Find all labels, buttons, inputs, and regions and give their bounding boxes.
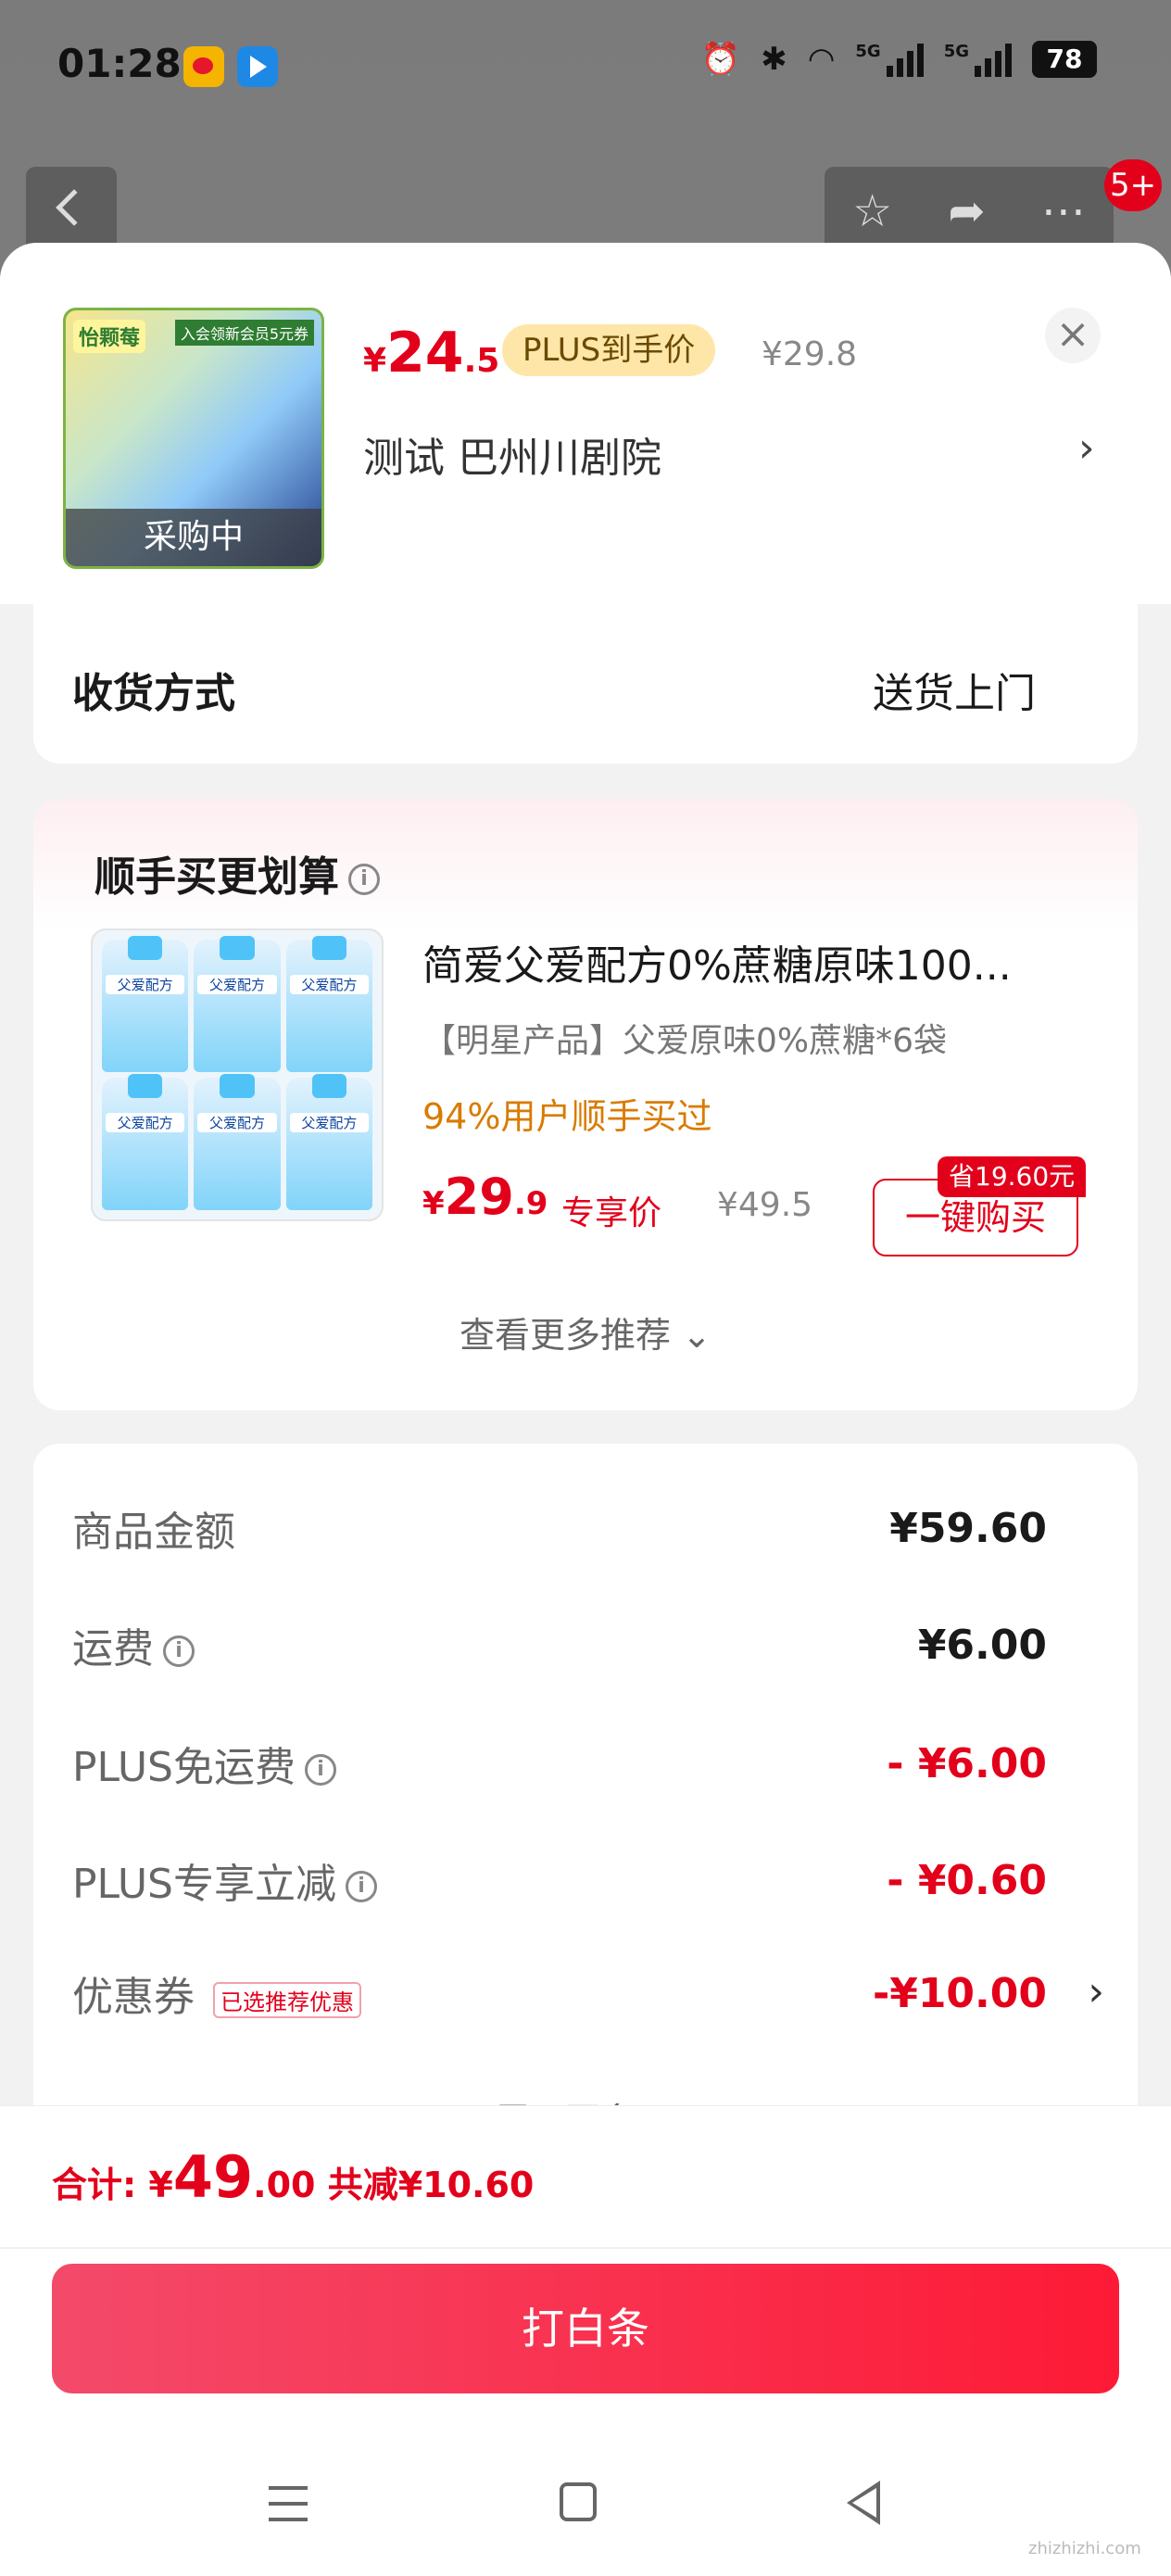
- plus-free-shipping-row: PLUS免运费 i - ¥6.00: [72, 1739, 1047, 1792]
- original-price: ¥29.8: [762, 335, 858, 373]
- goods-amount-row: 商品金额 ¥59.60: [72, 1504, 1047, 1557]
- more-recommendations-link[interactable]: 查看更多推荐 ⌄: [33, 1307, 1138, 1357]
- alarm-icon: ⏰: [700, 41, 741, 78]
- app-notification-icon: [237, 46, 278, 87]
- close-button[interactable]: ×: [1045, 308, 1101, 363]
- menu-icon[interactable]: [269, 2486, 308, 2521]
- thumb-tag: 入会领新会员5元券: [174, 320, 314, 346]
- notification-badge: 5+: [1104, 159, 1163, 211]
- thumb-brand: 怡颗莓: [73, 320, 146, 353]
- status-icons: ⏰ ✱ ◠ 5G 5G 78: [701, 41, 1097, 78]
- plus-discount-row: PLUS专享立减 i - ¥0.60: [72, 1856, 1047, 1909]
- coupon-tag: 已选推荐优惠: [213, 1981, 361, 2018]
- pay-button[interactable]: 打白条: [52, 2264, 1119, 2393]
- home-icon[interactable]: [560, 2482, 597, 2521]
- recommend-stat: 94%用户顺手买过: [422, 1096, 712, 1137]
- info-icon[interactable]: i: [346, 1871, 377, 1902]
- recommend-price: ¥29.9: [422, 1168, 548, 1226]
- status-bar: 01:28 ⏰ ✱ ◠ 5G 5G 78: [0, 0, 1171, 139]
- bluetooth-icon: ✱: [761, 41, 787, 78]
- divider: [0, 2247, 1171, 2249]
- info-icon[interactable]: i: [163, 1635, 195, 1667]
- chevron-right-icon[interactable]: ›: [1078, 424, 1095, 472]
- product-price: ¥24.5: [363, 321, 500, 385]
- system-nav-bar: [0, 2458, 1171, 2570]
- recommend-product-image[interactable]: [91, 928, 384, 1221]
- star-icon[interactable]: ☆: [852, 185, 892, 237]
- delivery-label: 收货方式: [72, 670, 235, 717]
- share-icon[interactable]: ➦: [948, 185, 985, 237]
- exclusive-price-label: 专享价: [561, 1194, 662, 1232]
- delivery-value: 送货上门: [873, 670, 1036, 717]
- recommendation-card: 顺手买更划算i 简爱父爱配方0%蔗糖原味100... 【明星产品】父爱原味0%蔗…: [33, 799, 1138, 1410]
- weibo-icon: [183, 46, 224, 87]
- recommendation-title: 顺手买更划算 i: [94, 843, 380, 903]
- signal-icon-2: 5G: [944, 42, 1012, 77]
- back-triangle-icon[interactable]: [847, 2481, 880, 2525]
- recommend-original-price: ¥49.5: [717, 1186, 813, 1224]
- recommend-product-name[interactable]: 简爱父爱配方0%蔗糖原味100...: [422, 932, 1089, 991]
- shipping-row: 运费 i ¥6.00: [72, 1621, 1047, 1673]
- battery-icon: 78: [1032, 41, 1097, 78]
- recommend-product-subtitle: 【明星产品】父爱原味0%蔗糖*6袋: [422, 1022, 948, 1060]
- wifi-icon: ◠: [807, 41, 836, 78]
- total-amount: 合计: ¥49.00 共减¥10.60: [52, 2143, 535, 2211]
- savings-badge: 省19.60元: [938, 1156, 1087, 1197]
- chevron-right-icon[interactable]: ›: [1088, 1968, 1104, 2015]
- delivery-method-row[interactable]: 收货方式 送货上门: [33, 604, 1138, 764]
- checkout-bar: 合计: ¥49.00 共减¥10.60 打白条: [0, 2105, 1171, 2576]
- store-name[interactable]: 测试 巴州川剧院: [363, 424, 661, 484]
- info-icon[interactable]: i: [348, 864, 380, 895]
- info-icon[interactable]: i: [305, 1754, 336, 1786]
- plus-price-tag: PLUS到手价: [502, 324, 716, 376]
- watermark: zhizhizhi.com: [1028, 2539, 1141, 2558]
- chevron-left-icon: [56, 189, 93, 226]
- status-time: 01:28: [57, 41, 182, 86]
- more-icon[interactable]: ⋯: [1041, 185, 1086, 237]
- product-thumbnail[interactable]: 怡颗莓 入会领新会员5元券 采购中: [63, 308, 324, 569]
- purchasing-status: 采购中: [66, 509, 321, 566]
- product-header: 怡颗莓 入会领新会员5元券 采购中 ¥24.5 PLUS到手价 ¥29.8 × …: [0, 243, 1171, 604]
- coupon-row[interactable]: 优惠券 已选推荐优惠 -¥10.00: [72, 1961, 1047, 2026]
- signal-icon-1: 5G: [855, 42, 924, 77]
